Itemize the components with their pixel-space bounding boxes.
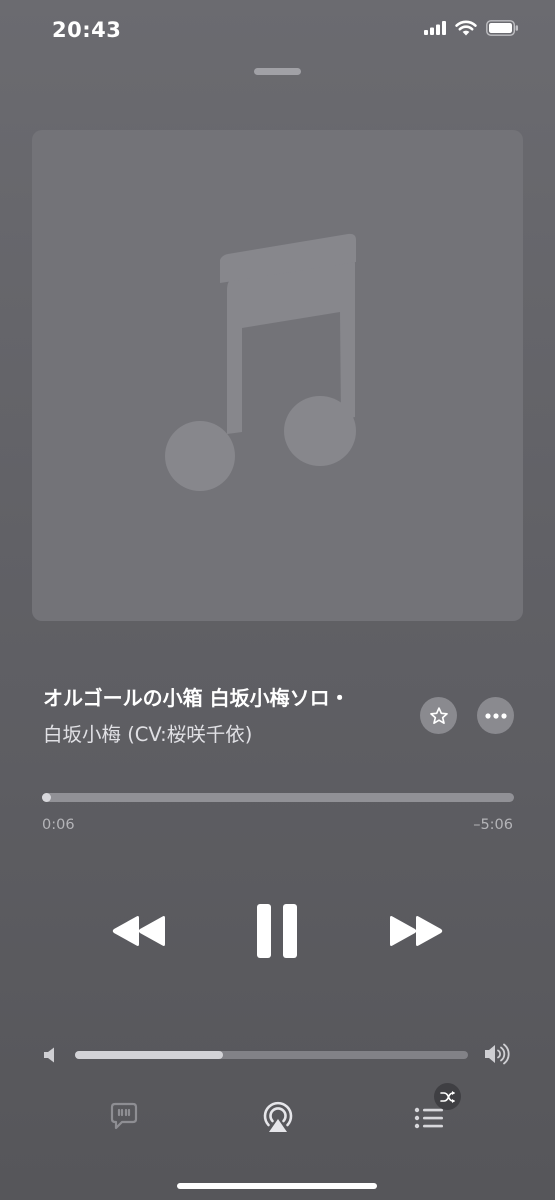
speaker-low-icon bbox=[44, 1047, 54, 1063]
lyrics-button[interactable] bbox=[106, 1098, 142, 1134]
ellipsis-icon bbox=[484, 712, 507, 719]
pause-button[interactable] bbox=[247, 898, 307, 963]
fast-forward-icon bbox=[390, 915, 443, 946]
status-icons bbox=[424, 20, 519, 36]
signal-icon bbox=[424, 21, 446, 35]
music-note-icon bbox=[165, 233, 356, 491]
fast-forward-button[interactable] bbox=[385, 903, 447, 958]
airplay-button[interactable] bbox=[258, 1097, 298, 1137]
wifi-icon bbox=[455, 20, 477, 36]
elapsed-time: 0:06 bbox=[42, 817, 75, 833]
sheet-grabber[interactable] bbox=[254, 68, 301, 75]
rewind-button[interactable] bbox=[108, 903, 170, 958]
volume-high-indicator bbox=[484, 1042, 512, 1070]
battery-icon bbox=[486, 20, 518, 36]
home-indicator bbox=[177, 1183, 377, 1189]
pause-icon bbox=[257, 903, 297, 958]
more-button[interactable] bbox=[477, 697, 514, 734]
rewind-icon bbox=[112, 915, 165, 946]
speaker-high-icon bbox=[485, 1043, 510, 1065]
volume-slider[interactable] bbox=[75, 1051, 468, 1059]
playback-progress-fill bbox=[42, 793, 52, 802]
playback-scrubber[interactable] bbox=[42, 793, 514, 802]
favorite-button[interactable] bbox=[420, 697, 457, 734]
album-artwork bbox=[32, 130, 523, 621]
airplay-icon bbox=[263, 1101, 293, 1132]
shuffle-badge bbox=[434, 1083, 461, 1110]
status-time: 20:43 bbox=[52, 18, 122, 42]
shuffle-icon bbox=[439, 1090, 455, 1103]
star-icon bbox=[429, 706, 448, 724]
queue-list-icon bbox=[414, 1107, 443, 1129]
volume-fill bbox=[75, 1051, 223, 1059]
remaining-time: –5:06 bbox=[473, 817, 513, 833]
volume-low-indicator bbox=[43, 1046, 57, 1068]
track-artist[interactable]: 白坂小梅 (CV:桜咲千依) bbox=[43, 718, 252, 747]
lyrics-icon bbox=[110, 1102, 138, 1130]
track-title: オルゴールの小箱 白坂小梅ソロ・ bbox=[43, 686, 350, 710]
